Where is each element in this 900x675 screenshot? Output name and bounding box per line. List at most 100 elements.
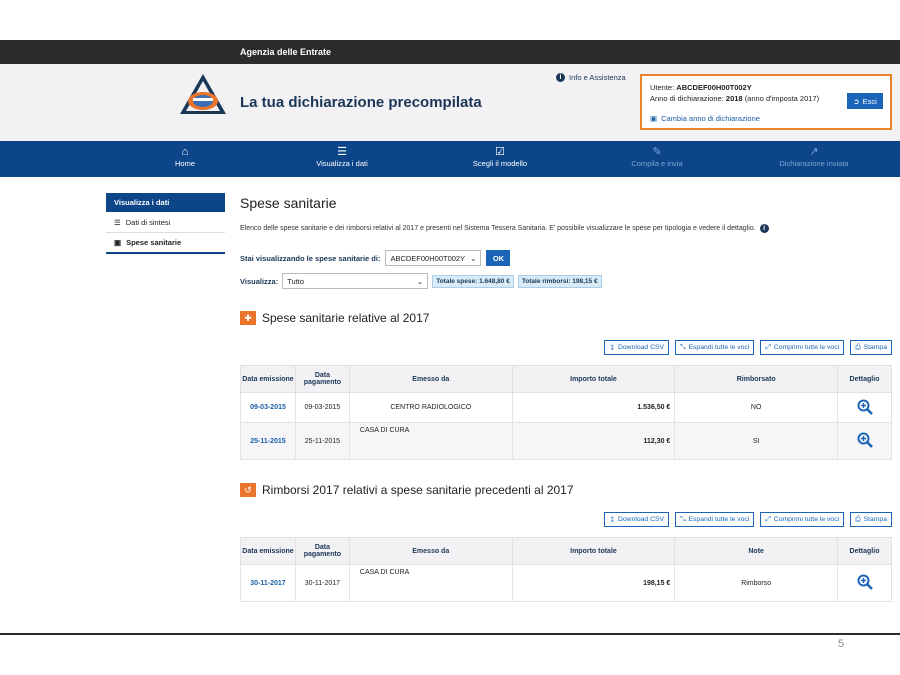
payment-date: 25-11-2015 <box>294 422 350 460</box>
expenses-table: Data emissione Data pagamento Emesso da … <box>240 365 892 460</box>
user-label: Utente: <box>650 83 675 92</box>
user-line: Utente: ABCDEF00H00T002Y <box>650 83 752 92</box>
ok-button[interactable]: OK <box>486 250 511 266</box>
zoom-in-icon[interactable] <box>857 432 873 448</box>
info-link-label: Info e Assistenza <box>569 73 626 82</box>
total-expenses-badge: Totale spese: 1.648,80 € <box>432 274 514 288</box>
zoom-in-icon[interactable] <box>857 399 873 415</box>
section-expenses-title: ✚ Spese sanitarie relative al 2017 <box>240 311 429 325</box>
filter-select-value: Tutto <box>287 276 305 286</box>
sidebar-item-health-expenses[interactable]: ▣ Spese sanitarie <box>106 233 225 254</box>
column-header: Data emissione <box>240 537 296 565</box>
print-button[interactable]: ⎙ Stampa <box>850 340 892 355</box>
expand-all-button[interactable]: ⤡ Espandi tutte le voci <box>675 340 755 355</box>
column-header: Dettaglio <box>837 365 892 393</box>
change-year-label: Cambia anno di dichiarazione <box>661 114 760 123</box>
issuer: CENTRO RADIOLOGICO <box>348 392 513 423</box>
taxpayer-select[interactable]: ABCDEF00H00T002Y ⌄ <box>385 250 482 266</box>
nav-home-label: Home <box>174 159 195 168</box>
info-icon[interactable]: i <box>759 224 769 233</box>
column-header: Data pagamento <box>294 537 350 565</box>
page-description: Elenco delle spese sanitarie e dei rimbo… <box>240 224 892 233</box>
note: Rimborso <box>674 564 839 602</box>
user-box: Utente: ABCDEF00H00T002Y Anno di dichiar… <box>640 74 892 130</box>
year-label: Anno di dichiarazione: <box>650 94 724 103</box>
refunds-table: Data emissione Data pagamento Emesso da … <box>240 537 892 602</box>
zoom-in-icon[interactable] <box>857 574 873 590</box>
list-icon: ☰ <box>337 146 347 158</box>
footer-divider <box>0 633 900 635</box>
refunded: SI <box>674 422 839 460</box>
nav-fill-send[interactable]: ✎ Compila e invia <box>597 145 717 168</box>
expand-all-label: Espandi tutte le voci <box>688 516 750 523</box>
nav-view-data-label: Visualizza i dati <box>316 159 368 168</box>
detail-cell <box>837 392 892 423</box>
column-header: Rimborsato <box>674 365 839 393</box>
table-row: 09-03-2015 09-03-2015 CENTRO RADIOLOGICO… <box>240 392 892 423</box>
table-header-row: Data emissione Data pagamento Emesso da … <box>240 365 892 393</box>
collapse-all-button[interactable]: ⤢ Comprimi tutte le voci <box>760 512 845 527</box>
site-title: La tua dichiarazione precompilata <box>240 94 482 111</box>
detail-cell <box>837 564 892 602</box>
collapse-icon: ⤢ <box>765 515 771 523</box>
expand-all-button[interactable]: ⤡ Espandi tutte le voci <box>675 512 755 527</box>
collapse-all-label: Comprimi tutte le voci <box>773 516 840 523</box>
user-code: ABCDEF00H00T002Y <box>676 83 752 92</box>
slide-page-number: 5 <box>838 638 845 650</box>
calendar-icon: ▣ <box>650 114 658 123</box>
column-header: Emesso da <box>348 537 513 565</box>
list-icon: ☰ <box>114 217 121 227</box>
column-header: Emesso da <box>348 365 513 393</box>
agency-logo-icon <box>180 74 226 114</box>
column-header: Dettaglio <box>837 537 892 565</box>
change-year-link[interactable]: ▣ Cambia anno di dichiarazione <box>650 114 760 123</box>
sidebar-item-label: Dati di sintesi <box>125 217 171 227</box>
section-refunds-title: ↺ Rimborsi 2017 relativi a spese sanitar… <box>240 483 574 497</box>
emission-date-link[interactable]: 25-11-2015 <box>240 422 296 460</box>
column-header: Data pagamento <box>294 365 350 393</box>
amount: 198,15 € <box>511 564 676 602</box>
emission-date-link[interactable]: 30-11-2017 <box>240 564 296 602</box>
download-csv-button[interactable]: ↧ Download CSV <box>604 512 670 527</box>
info-icon: i <box>556 73 565 82</box>
sidebar-item-summary[interactable]: ☰ Dati di sintesi <box>106 212 225 233</box>
print-button[interactable]: ⎙ Stampa <box>850 512 892 527</box>
download-csv-button[interactable]: ↧ Download CSV <box>604 340 670 355</box>
collapse-all-button[interactable]: ⤢ Comprimi tutte le voci <box>760 340 845 355</box>
table-row: 30-11-2017 30-11-2017 CASA DI CURA 198,1… <box>240 564 892 602</box>
print-label: Stampa <box>863 344 887 351</box>
year-value: 2018 <box>725 94 743 103</box>
section-refunds-label: Rimborsi 2017 relativi a spese sanitarie… <box>262 483 574 497</box>
medkit-icon: ✚ <box>240 311 256 325</box>
expand-icon: ⤡ <box>680 343 686 351</box>
filter-select[interactable]: Tutto ⌄ <box>282 273 429 289</box>
year-line: Anno di dichiarazione: 2018 (anno d'impo… <box>650 94 819 103</box>
emission-date-link[interactable]: 09-03-2015 <box>240 392 296 423</box>
info-assistance-link[interactable]: i Info e Assistenza <box>556 73 626 82</box>
sidebar: Visualizza i dati ☰ Dati di sintesi ▣ Sp… <box>106 193 225 254</box>
checkbox-icon: ☑ <box>495 146 505 158</box>
expand-all-label: Espandi tutte le voci <box>688 344 750 351</box>
download-icon: ↧ <box>609 344 615 352</box>
refunded: NO <box>674 392 839 423</box>
chevron-down-icon: ⌄ <box>416 276 424 286</box>
payment-date: 30-11-2017 <box>294 564 350 602</box>
amount: 112,30 € <box>511 422 676 460</box>
nav-home[interactable]: ⌂ Home <box>125 145 245 168</box>
page-title: Spese sanitarie <box>240 195 337 211</box>
nav-choose-model[interactable]: ☑ Scegli il modello <box>440 145 560 168</box>
taxpayer-select-value: ABCDEF00H00T002Y <box>390 253 466 263</box>
total-refunds-badge: Totale rimborsi: 198,15 € <box>517 274 602 288</box>
column-header: Importo totale <box>511 365 676 393</box>
collapse-icon: ⤢ <box>765 343 771 351</box>
column-header: Importo totale <box>511 537 676 565</box>
description-text: Elenco delle spese sanitarie e dei rimbo… <box>240 225 756 232</box>
exit-button[interactable]: ➲ Esci <box>847 93 883 109</box>
medkit-icon: ▣ <box>114 238 122 247</box>
filter-row: Visualizza: Tutto ⌄ Totale spese: 1.648,… <box>240 273 602 289</box>
year-note: (anno d'imposta 2017) <box>744 94 820 103</box>
nav-declaration-sent[interactable]: ↗ Dichiarazione inviata <box>754 145 874 168</box>
nav-view-data[interactable]: ☰ Visualizza i dati <box>282 145 402 168</box>
sidebar-heading: Visualizza i dati <box>106 193 225 212</box>
refresh-icon: ↺ <box>240 483 256 497</box>
